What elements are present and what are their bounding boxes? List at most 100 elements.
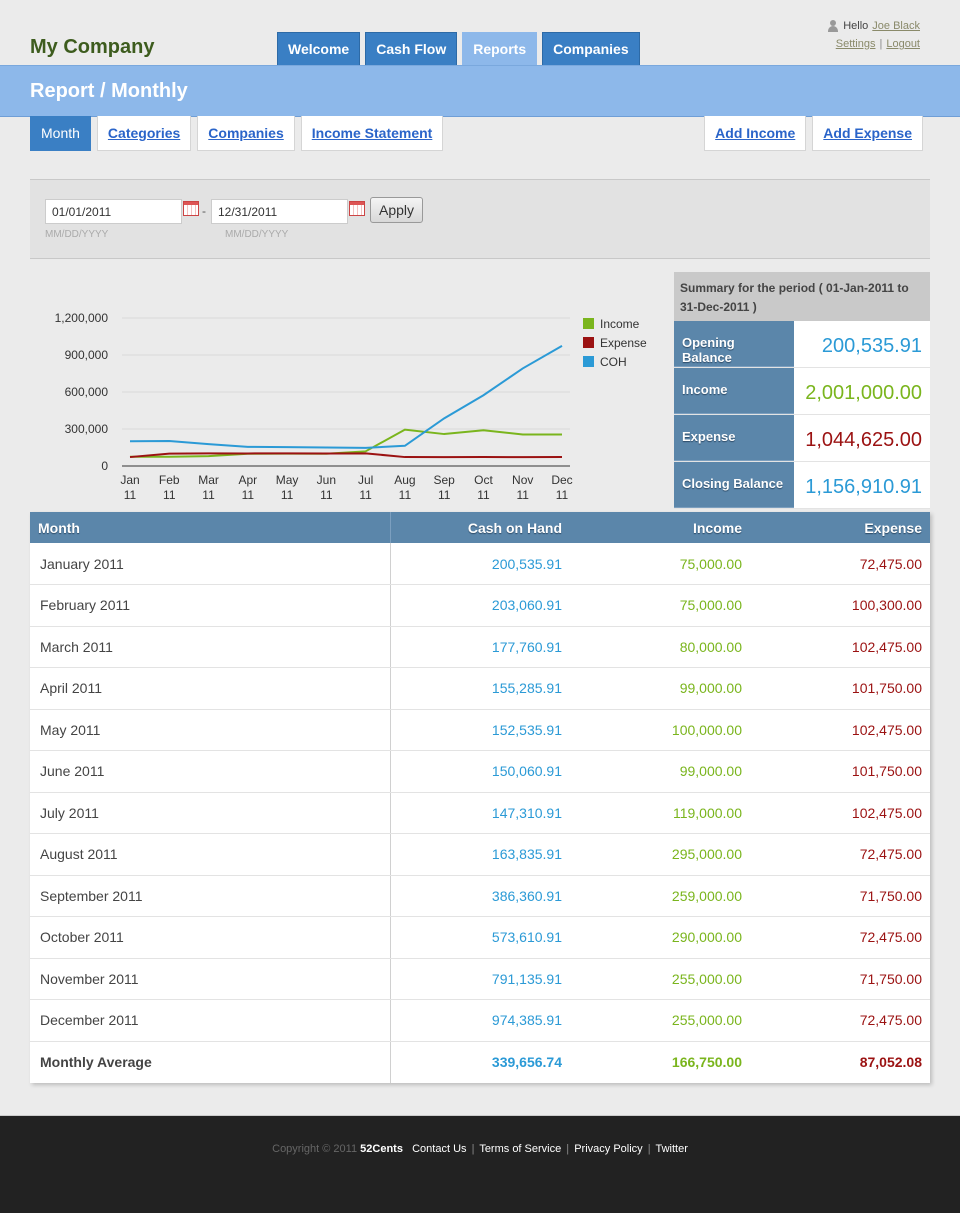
month-cell: December 2011 (30, 999, 391, 1042)
title-bar: Report / Monthly (0, 65, 960, 117)
apply-button[interactable]: Apply (370, 197, 424, 223)
footer-separator: | (471, 1143, 475, 1155)
coh-cell: 155,285.91 (390, 667, 570, 710)
main-nav: Welcome Cash Flow Reports Companies (277, 32, 640, 65)
logout-link[interactable]: Logout (886, 38, 920, 50)
table-row: April 2011 155,285.91 99,000.00 101,750.00 (30, 667, 930, 710)
month-cell: August 2011 (30, 833, 391, 876)
coh-cell: 203,060.91 (390, 584, 570, 627)
table-row: October 2011 573,610.91 290,000.00 72,475.0… (30, 916, 930, 959)
twitter-link[interactable]: Twitter (655, 1143, 687, 1155)
expense-cell: 102,475.00 (750, 709, 930, 751)
summary-label: Opening Balance (674, 321, 794, 367)
expense-cell: 72,475.00 (750, 999, 930, 1042)
average-label: Monthly Average (30, 1041, 391, 1083)
tab-month[interactable]: Month (30, 116, 91, 151)
brand-logo[interactable]: My Company (30, 36, 154, 59)
terms-link[interactable]: Terms of Service (479, 1143, 561, 1155)
summary-row-opening: Opening Balance 200,535.91 (674, 321, 930, 368)
expense-cell: 71,750.00 (750, 958, 930, 1000)
summary-value-income: 2,001,000.00 (794, 368, 930, 414)
table-row: January 2011 200,535.91 75,000.00 72,475.00 (30, 543, 930, 585)
legend-label-coh: COH (600, 355, 627, 369)
tab-companies[interactable]: Companies (197, 116, 295, 151)
tab-income-statement[interactable]: Income Statement (300, 116, 444, 151)
month-cell: June 2011 (30, 750, 391, 793)
month-cell: March 2011 (30, 626, 391, 668)
coh-cell: 152,535.91 (390, 709, 570, 751)
privacy-link[interactable]: Privacy Policy (574, 1143, 642, 1155)
summary-value-expense: 1,044,625.00 (794, 415, 930, 461)
income-cell: 295,000.00 (570, 833, 750, 876)
summary-row-expense: Expense 1,044,625.00 (674, 415, 930, 462)
greeting-text: Hello (843, 20, 869, 32)
month-cell: January 2011 (30, 543, 391, 585)
summary-row-closing: Closing Balance 1,156,910.91 (674, 462, 930, 509)
expense-cell: 72,475.00 (750, 833, 930, 876)
tab-categories[interactable]: Categories (96, 116, 192, 151)
legend-swatch-income (583, 318, 594, 329)
footer: Copyright © 2011 52Cents Contact Us | Te… (0, 1115, 960, 1213)
y-tick-label: 1,200,000 (55, 311, 109, 325)
table-body: January 2011 200,535.91 75,000.00 72,475.00… (30, 543, 930, 1083)
summary-label: Income (674, 368, 794, 414)
table-row: September 2011 386,360.91 259,000.00 71,750… (30, 875, 930, 917)
x-tick-label: Dec (551, 473, 572, 487)
income-cell: 80,000.00 (570, 626, 750, 668)
legend-label-expense: Expense (600, 336, 647, 350)
expense-cell: 102,475.00 (750, 626, 930, 668)
to-date-hint: MM/DD/YYYY (225, 229, 289, 240)
x-tick-label: 11 (556, 488, 569, 502)
footer-separator: | (566, 1143, 570, 1155)
calendar-icon[interactable] (183, 201, 199, 216)
income-cell: 290,000.00 (570, 916, 750, 959)
footer-brand[interactable]: 52Cents (360, 1143, 403, 1155)
x-tick-label: 11 (202, 488, 215, 502)
column-header-expense[interactable]: Expense (750, 512, 930, 543)
y-tick-label: 300,000 (65, 422, 109, 436)
to-date-input[interactable] (211, 199, 348, 224)
calendar-icon[interactable] (349, 201, 365, 216)
x-tick-label: 11 (320, 488, 333, 502)
x-tick-label: Jun (317, 473, 336, 487)
coh-cell: 573,610.91 (390, 916, 570, 959)
date-filter: - MM/DD/YYYY MM/DD/YYYY Apply (30, 179, 930, 259)
nav-tab-companies[interactable]: Companies (542, 32, 640, 65)
coh-cell: 147,310.91 (390, 792, 570, 834)
column-header-cash-on-hand[interactable]: Cash on Hand (390, 512, 570, 543)
income-cell: 119,000.00 (570, 792, 750, 834)
coh-cell: 791,135.91 (390, 958, 570, 1000)
user-icon (827, 19, 839, 33)
add-income-button[interactable]: Add Income (704, 116, 807, 151)
page-title: Report / Monthly (30, 80, 188, 102)
legend-swatch-coh (583, 356, 594, 367)
x-tick-label: 11 (124, 488, 137, 502)
x-tick-label: 11 (477, 488, 490, 502)
contact-us-link[interactable]: Contact Us (412, 1143, 466, 1155)
nav-tab-reports[interactable]: Reports (462, 32, 538, 65)
add-expense-button[interactable]: Add Expense (812, 116, 923, 151)
coh-cell: 177,760.91 (390, 626, 570, 668)
expense-cell: 71,750.00 (750, 875, 930, 917)
user-links: Settings | Logout (827, 36, 920, 52)
summary-row-income: Income 2,001,000.00 (674, 368, 930, 415)
x-tick-label: 11 (399, 488, 412, 502)
x-tick-label: Jan (120, 473, 139, 487)
footer-links: Copyright © 2011 52Cents Contact Us | Te… (0, 1143, 960, 1155)
user-name-link[interactable]: Joe Black (872, 18, 920, 34)
footer-separator: | (647, 1143, 651, 1155)
income-cell: 75,000.00 (570, 584, 750, 627)
user-box: Hello Joe Black Settings | Logout (827, 18, 920, 52)
settings-link[interactable]: Settings (836, 38, 876, 50)
expense-cell: 101,750.00 (750, 750, 930, 793)
chart-svg: 0300,000600,000900,0001,200,000Jan11Feb1… (55, 311, 647, 502)
table-row: May 2011 152,535.91 100,000.00 102,475.00 (30, 709, 930, 751)
action-tabs: Add Income Add Expense (704, 116, 923, 151)
y-tick-label: 900,000 (65, 348, 109, 362)
column-header-month[interactable]: Month (30, 512, 391, 543)
x-tick-label: Sep (434, 473, 456, 487)
nav-tab-cash-flow[interactable]: Cash Flow (365, 32, 458, 65)
nav-tab-welcome[interactable]: Welcome (277, 32, 361, 65)
from-date-input[interactable] (45, 199, 182, 224)
column-header-income[interactable]: Income (570, 512, 750, 543)
